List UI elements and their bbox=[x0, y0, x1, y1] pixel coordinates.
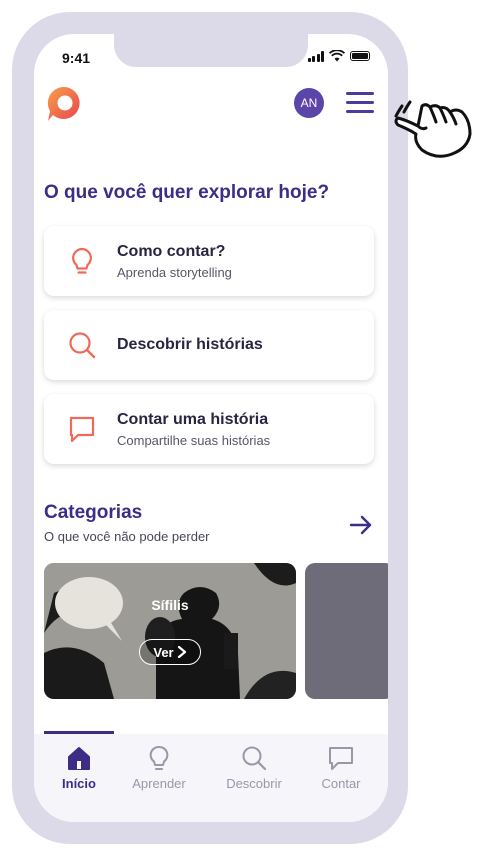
option-how-to-tell[interactable]: Como contar? Aprenda storytelling bbox=[44, 226, 374, 296]
view-button-label: Ver bbox=[153, 644, 174, 660]
hamburger-menu-icon[interactable] bbox=[346, 92, 374, 114]
bottom-navigation: Início Aprender Descobrir Contar bbox=[34, 731, 388, 822]
option-subtitle: Compartilhe suas histórias bbox=[117, 433, 271, 448]
option-tell-story[interactable]: Contar uma história Compartilhe suas his… bbox=[44, 394, 374, 464]
arrow-right-icon[interactable] bbox=[348, 512, 374, 538]
nav-item-discover[interactable]: Descobrir bbox=[219, 744, 289, 791]
option-title: Contar uma história bbox=[117, 411, 269, 428]
signal-icon bbox=[307, 50, 324, 62]
user-avatar[interactable]: AN bbox=[294, 88, 324, 118]
explore-title: O que você quer explorar hoje? bbox=[44, 182, 330, 203]
status-icons bbox=[307, 50, 370, 62]
option-title: Como contar? bbox=[117, 243, 226, 260]
wifi-icon bbox=[329, 50, 345, 62]
categories-subtitle: O que você não pode perder bbox=[44, 529, 210, 544]
nav-item-home[interactable]: Início bbox=[44, 744, 114, 791]
view-button[interactable]: Ver bbox=[139, 639, 201, 665]
status-time: 9:41 bbox=[62, 50, 91, 66]
phone-screen: 9:41 AN O que você quer explorar hoje? C… bbox=[34, 34, 388, 822]
nav-label: Contar bbox=[321, 776, 361, 791]
notch bbox=[114, 34, 308, 67]
chevron-right-icon bbox=[177, 646, 186, 658]
lightbulb-icon bbox=[72, 247, 92, 274]
battery-icon bbox=[350, 51, 370, 61]
categories-title: Categorias bbox=[44, 502, 143, 523]
category-label: Sífilis bbox=[151, 597, 189, 613]
search-icon bbox=[242, 746, 267, 771]
nav-label: Aprender bbox=[132, 776, 186, 791]
nav-label: Início bbox=[62, 776, 96, 791]
chat-bubble-icon bbox=[69, 416, 95, 443]
nav-item-tell[interactable]: Contar bbox=[306, 744, 376, 791]
category-card-next[interactable] bbox=[305, 563, 388, 699]
nav-label: Descobrir bbox=[226, 776, 282, 791]
app-logo-icon[interactable] bbox=[44, 84, 84, 124]
option-title: Descobrir histórias bbox=[117, 336, 263, 353]
active-tab-indicator bbox=[44, 731, 114, 734]
option-subtitle: Aprenda storytelling bbox=[117, 265, 232, 280]
chat-bubble-icon bbox=[329, 747, 353, 770]
home-icon bbox=[68, 747, 90, 770]
category-card[interactable]: Sífilis Ver bbox=[44, 563, 296, 699]
search-icon bbox=[69, 332, 96, 359]
comic-illustration bbox=[44, 563, 296, 699]
option-discover-stories[interactable]: Descobrir histórias bbox=[44, 310, 374, 380]
pointing-hand-icon bbox=[394, 100, 472, 158]
lightbulb-icon bbox=[149, 746, 169, 770]
nav-item-learn[interactable]: Aprender bbox=[124, 744, 194, 791]
